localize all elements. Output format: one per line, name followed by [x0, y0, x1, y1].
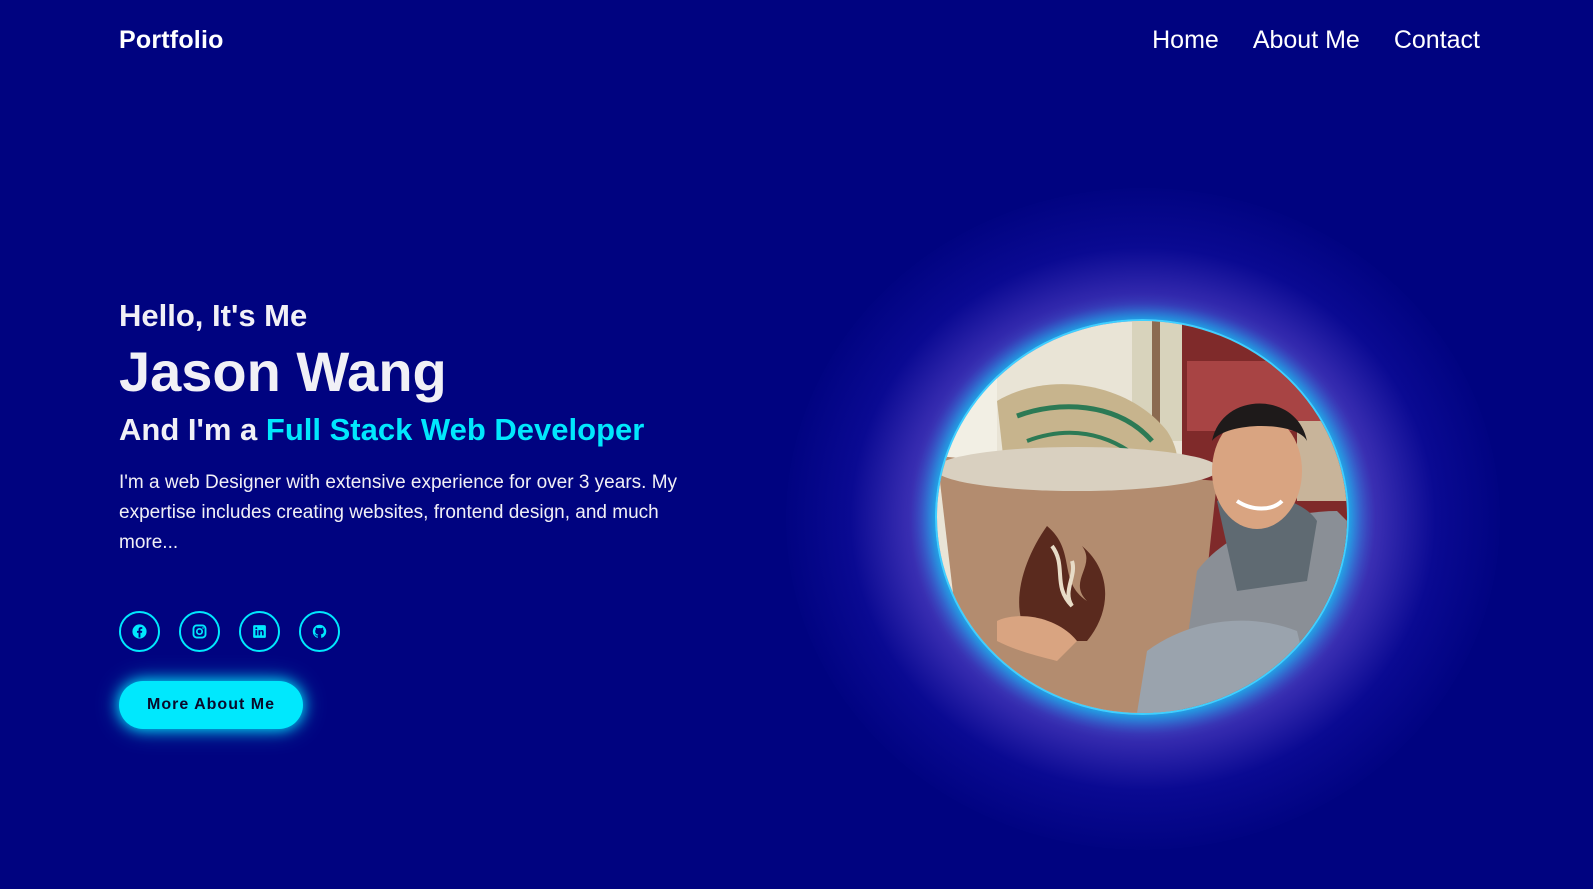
nav-home-link[interactable]: Home	[1152, 26, 1219, 55]
nav-about-link[interactable]: About Me	[1253, 26, 1360, 55]
logo-link[interactable]: Portfolio	[119, 26, 224, 55]
facebook-icon	[132, 624, 147, 639]
github-icon	[312, 624, 327, 638]
linkedin-link[interactable]	[239, 611, 280, 652]
linkedin-icon	[253, 625, 266, 638]
nav-links: Home About Me Contact	[1152, 26, 1480, 55]
profile-photo	[935, 319, 1349, 715]
profile-photo-image	[937, 321, 1347, 713]
nav-contact-link[interactable]: Contact	[1394, 26, 1480, 55]
hero-text: Hello, It's Me Jason Wang And I'm a Full…	[119, 296, 719, 558]
hero-name: Jason Wang	[119, 340, 447, 403]
hero-description: I'm a web Designer with extensive experi…	[119, 472, 678, 553]
more-about-me-button[interactable]: More About Me	[119, 681, 303, 729]
social-links	[119, 611, 340, 652]
github-link[interactable]	[299, 611, 340, 652]
role-highlight: Full Stack Web Developer	[265, 412, 645, 447]
role-prefix: And I'm a	[119, 412, 266, 447]
facebook-link[interactable]	[119, 611, 160, 652]
instagram-link[interactable]	[179, 611, 220, 652]
greeting: Hello, It's Me	[119, 298, 308, 333]
hero-role: And I'm a Full Stack Web Developer	[119, 410, 719, 450]
instagram-icon	[192, 624, 207, 639]
navbar: Portfolio Home About Me Contact	[0, 0, 1593, 84]
